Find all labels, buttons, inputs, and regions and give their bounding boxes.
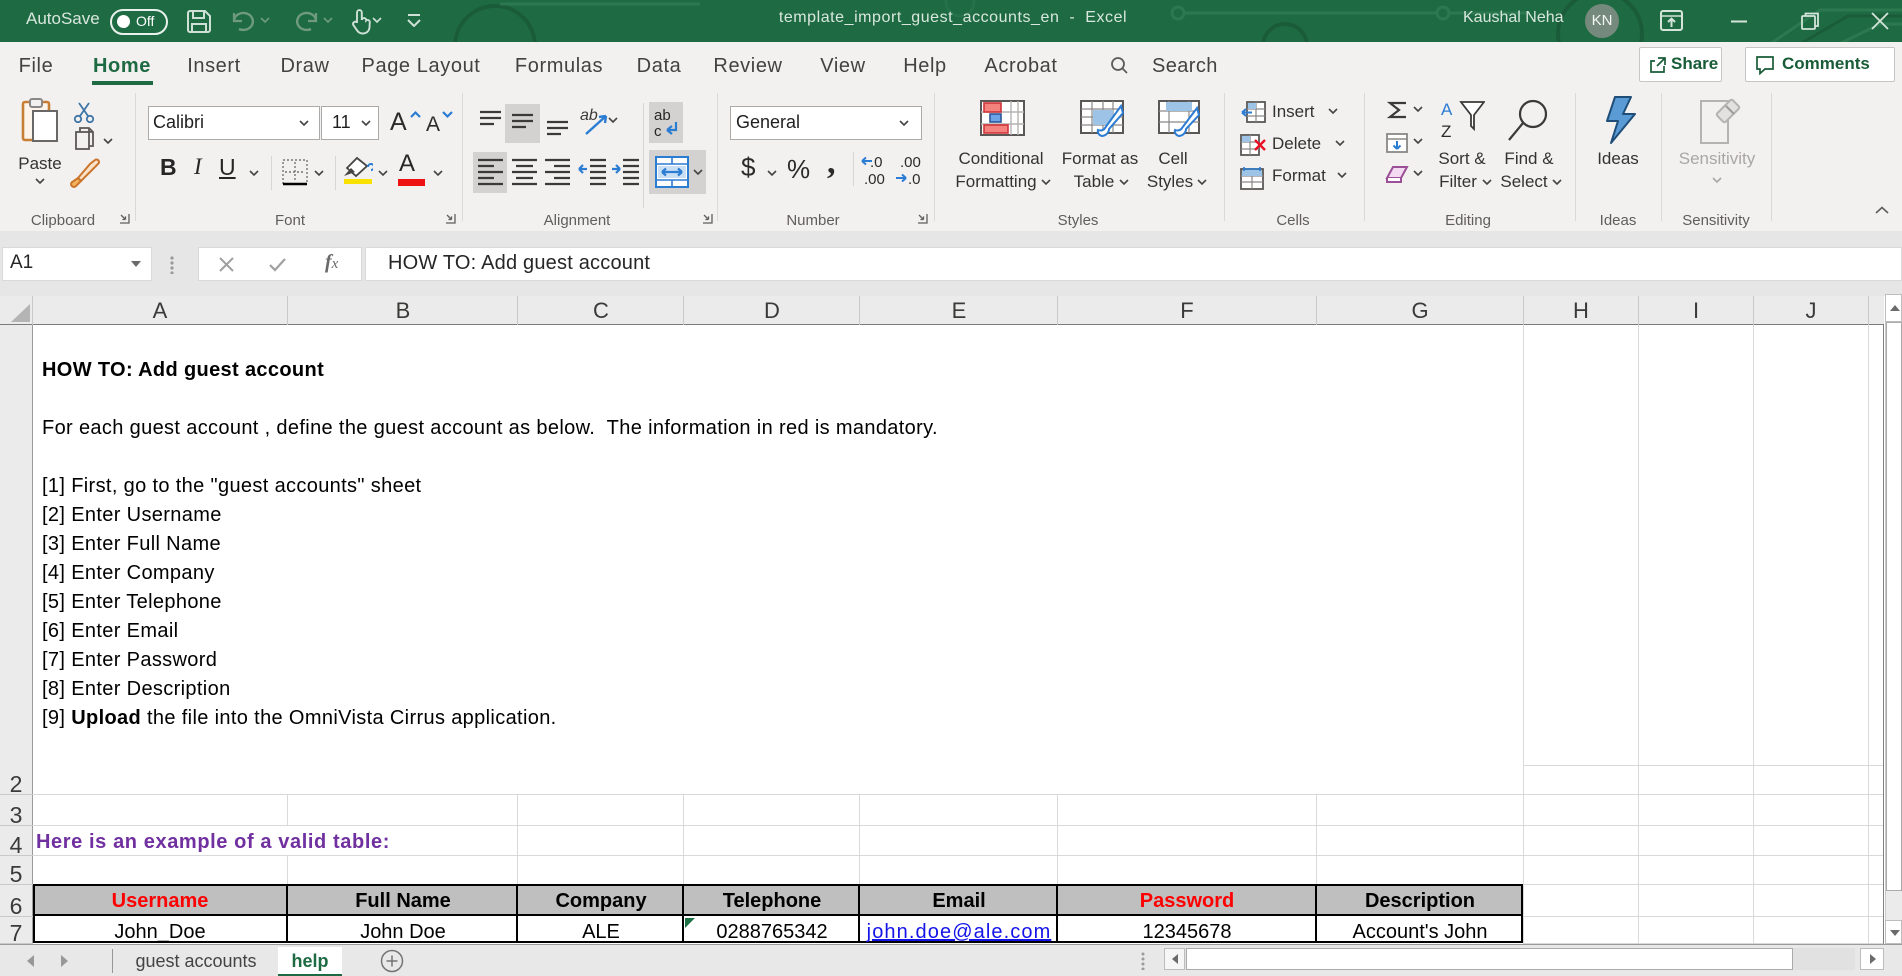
- svg-text:ab: ab: [654, 107, 671, 124]
- svg-text:.00: .00: [900, 154, 921, 171]
- svg-text:Z: Z: [1441, 122, 1451, 141]
- svg-text:.0: .0: [908, 171, 921, 188]
- svg-text:c: c: [654, 123, 662, 140]
- svg-text:.00: .00: [864, 171, 885, 188]
- svg-text:.0: .0: [870, 154, 883, 171]
- svg-text:A: A: [1441, 100, 1453, 119]
- svg-text:ab: ab: [580, 107, 598, 124]
